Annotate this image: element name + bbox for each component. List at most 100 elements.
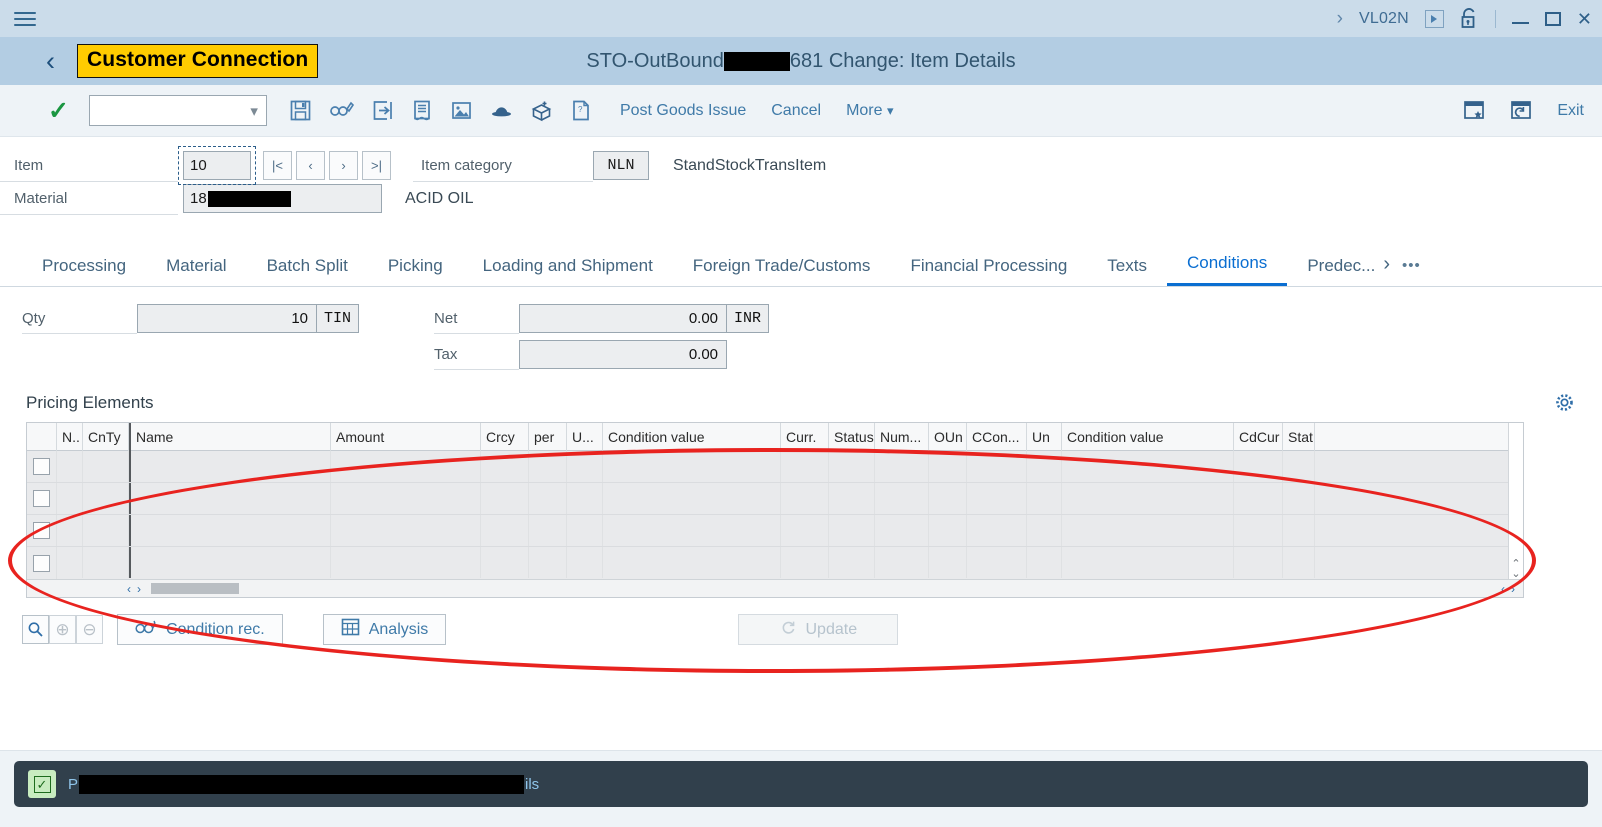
table-vertical-scrollbar[interactable]: ⌃ ⌄ (1508, 423, 1523, 580)
post-goods-issue-button[interactable]: Post Goods Issue (620, 102, 746, 120)
cell-un[interactable] (1027, 451, 1062, 482)
restore-window-icon[interactable] (1510, 100, 1533, 121)
cell-condition-value-2[interactable] (1062, 451, 1234, 482)
gear-icon[interactable] (1555, 393, 1574, 417)
column-header-n[interactable]: N.. (57, 422, 83, 451)
cell-status[interactable] (829, 547, 875, 578)
display-change-icon[interactable] (329, 99, 354, 122)
cell-per[interactable] (529, 515, 567, 546)
nav-last-button[interactable]: >| (362, 151, 391, 180)
nav-first-button[interactable]: |< (263, 151, 292, 180)
column-header-name[interactable]: Name (129, 422, 331, 451)
cell-condition-value-1[interactable] (603, 515, 781, 546)
cell-n[interactable] (57, 515, 83, 546)
billing-document-icon[interactable] (411, 99, 433, 122)
cell-un[interactable] (1027, 483, 1062, 514)
row-checkbox[interactable] (33, 554, 50, 572)
remove-row-button[interactable]: ⊖ (76, 615, 103, 644)
cell-un[interactable] (1027, 547, 1062, 578)
analysis-button[interactable]: Analysis (322, 614, 447, 645)
cell-ccon[interactable] (967, 547, 1027, 578)
tab-loading-and-shipment[interactable]: Loading and Shipment (463, 256, 673, 286)
row-checkbox[interactable] (33, 458, 50, 475)
cell-stat[interactable] (1283, 547, 1315, 578)
cell-status[interactable] (829, 451, 875, 482)
cell-cnty[interactable] (83, 547, 129, 578)
cell-cdcur[interactable] (1234, 483, 1283, 514)
run-icon[interactable] (1424, 9, 1444, 28)
horizontal-scroll-thumb[interactable] (151, 583, 239, 594)
tab-processing[interactable]: Processing (22, 256, 146, 286)
tab-predecessor[interactable]: Predec... (1287, 256, 1379, 286)
more-button[interactable]: More ▾ (846, 102, 893, 120)
hamburger-menu-icon[interactable] (14, 9, 38, 29)
cell-stat[interactable] (1283, 515, 1315, 546)
column-header-per[interactable]: per (529, 422, 567, 451)
cell-per[interactable] (529, 483, 567, 514)
column-header-stat[interactable]: Stat (1283, 422, 1315, 451)
material-input[interactable]: 18 (183, 184, 382, 213)
scroll-left-icon[interactable]: ‹ (127, 582, 131, 596)
exit-button[interactable]: Exit (1557, 102, 1584, 120)
table-row[interactable] (27, 515, 1508, 547)
row-checkbox[interactable] (33, 490, 50, 507)
condition-rec-button[interactable]: Condition rec. (117, 614, 283, 645)
post-goods-issue-icon[interactable] (371, 99, 394, 122)
cell-curr[interactable] (781, 547, 829, 578)
tab-material[interactable]: Material (146, 256, 246, 286)
tab-picking[interactable]: Picking (368, 256, 463, 286)
column-header-un[interactable]: Un (1027, 422, 1062, 451)
maximize-button[interactable] (1544, 11, 1561, 26)
nav-next-button[interactable]: › (329, 151, 358, 180)
confirm-icon[interactable]: ✓ (48, 96, 69, 126)
chevron-right-icon[interactable]: › (1337, 8, 1343, 30)
column-header-condition-value-2[interactable]: Condition value (1062, 422, 1234, 451)
cell-name[interactable] (129, 547, 331, 578)
cell-crcy[interactable] (481, 515, 529, 546)
cell-name[interactable] (129, 483, 331, 514)
cell-stat[interactable] (1283, 451, 1315, 482)
item-input[interactable]: 10 (183, 151, 251, 180)
cell-oun[interactable] (929, 451, 967, 482)
cell-amount[interactable] (331, 547, 481, 578)
cell-crcy[interactable] (481, 483, 529, 514)
column-header-num[interactable]: Num... (875, 422, 929, 451)
cell-ccon[interactable] (967, 515, 1027, 546)
cell-un[interactable] (1027, 515, 1062, 546)
cell-ccon[interactable] (967, 483, 1027, 514)
column-header-curr[interactable]: Curr. (781, 422, 829, 451)
column-header-crcy[interactable]: Crcy (481, 422, 529, 451)
cell-oun[interactable] (929, 483, 967, 514)
tab-texts[interactable]: Texts (1087, 256, 1167, 286)
cell-amount[interactable] (331, 451, 481, 482)
row-select-cell[interactable] (27, 515, 57, 546)
cell-crcy[interactable] (481, 451, 529, 482)
cell-amount[interactable] (331, 515, 481, 546)
unlock-icon[interactable] (1460, 8, 1479, 29)
scroll-right-icon-right[interactable]: › (1511, 582, 1515, 596)
cell-ccon[interactable] (967, 451, 1027, 482)
cell-cdcur[interactable] (1234, 451, 1283, 482)
cell-condition-value-1[interactable] (603, 451, 781, 482)
cell-condition-value-2[interactable] (1062, 547, 1234, 578)
package-add-icon[interactable] (530, 99, 553, 123)
column-header-oun[interactable]: OUn (929, 422, 967, 451)
row-checkbox[interactable] (33, 522, 50, 539)
select-all-cell[interactable] (27, 422, 57, 451)
cell-n[interactable] (57, 547, 83, 578)
tab-conditions[interactable]: Conditions (1166, 253, 1288, 286)
cell-num[interactable] (875, 547, 929, 578)
cell-oun[interactable] (929, 547, 967, 578)
cell-u[interactable] (567, 483, 603, 514)
table-row[interactable] (27, 547, 1508, 579)
qty-input[interactable]: 10 (137, 304, 317, 333)
cell-condition-value-2[interactable] (1062, 483, 1234, 514)
item-category-input[interactable]: NLN (593, 151, 649, 180)
chevron-right-icon[interactable]: › (1379, 253, 1394, 286)
cell-cdcur[interactable] (1234, 515, 1283, 546)
tab-batch-split[interactable]: Batch Split (247, 256, 368, 286)
back-button[interactable]: ‹ (46, 47, 55, 75)
cell-num[interactable] (875, 515, 929, 546)
picture-icon[interactable] (450, 99, 473, 122)
cell-cnty[interactable] (83, 515, 129, 546)
